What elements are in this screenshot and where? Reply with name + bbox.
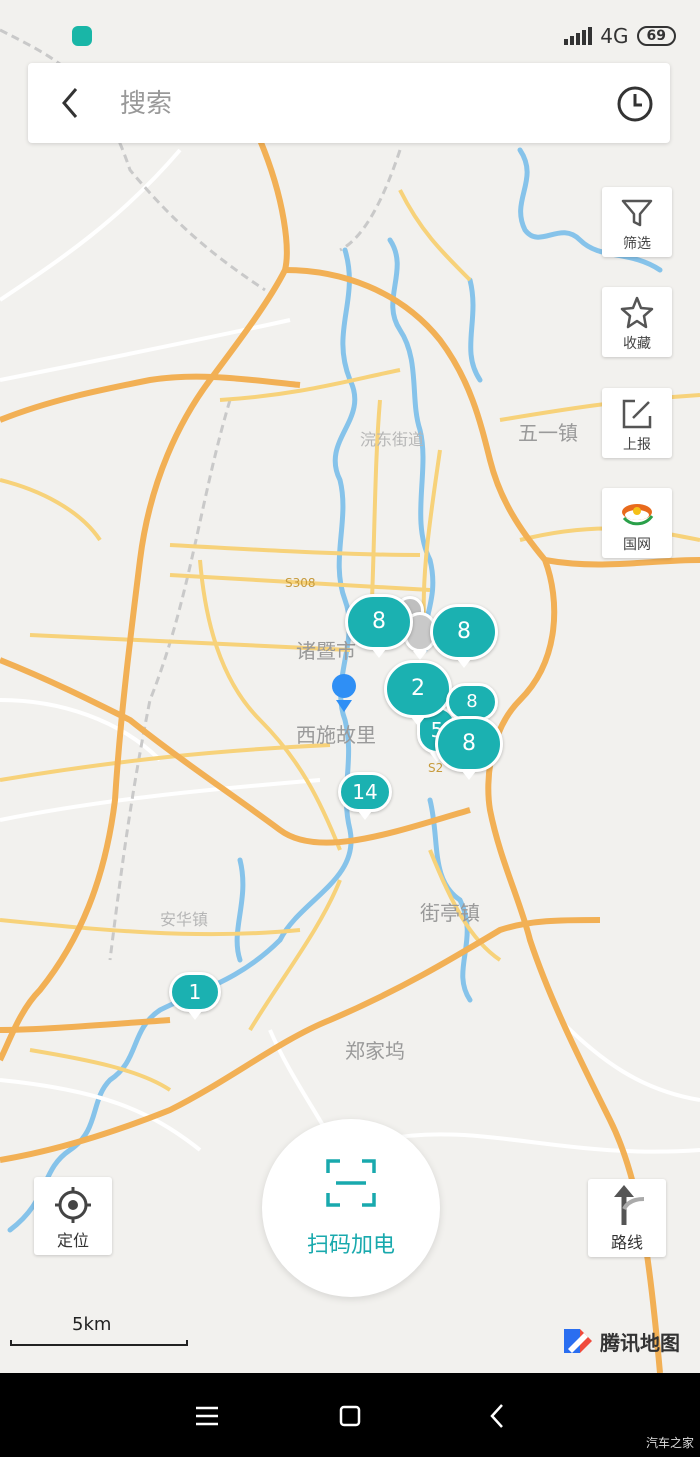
scale-bar xyxy=(10,1340,188,1346)
notification-app-icon xyxy=(72,26,92,46)
battery-indicator: 69 xyxy=(636,26,676,46)
map-label-huandong: 浣东街道 xyxy=(360,430,424,449)
report-button[interactable]: 上报 xyxy=(602,388,672,458)
scan-to-charge-button[interactable]: 扫码加电 xyxy=(262,1119,440,1297)
brand-name: 腾讯地图 xyxy=(600,1330,680,1355)
favorites-button[interactable]: 收藏 xyxy=(602,287,672,357)
filter-icon xyxy=(621,199,653,227)
tencent-map-brand: 腾讯地图 xyxy=(562,1324,680,1358)
route-button[interactable]: 路线 xyxy=(588,1179,666,1257)
map-label-xishi-guli: 西施故里 xyxy=(296,723,376,747)
status-bar: 4G 69 xyxy=(0,18,700,58)
state-grid-button[interactable]: 国网 xyxy=(602,488,672,558)
map-label-jieting-town: 街亭镇 xyxy=(420,901,480,925)
map-label-zhengjiawu: 郑家坞 xyxy=(345,1039,405,1063)
map-cluster-marker[interactable]: 8 xyxy=(435,716,503,780)
watermark: 汽车之家 xyxy=(645,1436,694,1450)
favorites-label: 收藏 xyxy=(623,336,651,352)
filter-button[interactable]: 筛选 xyxy=(602,187,672,257)
map-label-wuyi-town: 五一镇 xyxy=(518,421,578,445)
road-label-s2: S2 xyxy=(428,761,443,775)
menu-nav-icon[interactable] xyxy=(192,1401,222,1431)
star-icon xyxy=(620,296,654,329)
map-label-anhua-town: 安华镇 xyxy=(160,910,208,929)
network-type: 4G xyxy=(600,24,629,48)
back-arrow-icon[interactable] xyxy=(52,83,92,123)
map-cluster-marker[interactable]: 14 xyxy=(338,772,392,820)
map-cluster-marker[interactable]: 1 xyxy=(169,972,221,1020)
state-grid-logo-icon xyxy=(622,504,654,526)
road-label-s308: S308 xyxy=(285,576,316,590)
locate-button[interactable]: 定位 xyxy=(34,1177,112,1255)
map-cluster-marker[interactable]: 8 xyxy=(430,604,498,668)
state-grid-label: 国网 xyxy=(623,537,651,553)
map-cluster-marker[interactable]: 2 xyxy=(384,660,452,726)
search-input[interactable] xyxy=(118,77,582,131)
locate-label: 定位 xyxy=(56,1231,89,1250)
map-scale: 5km xyxy=(10,1314,188,1348)
signal-strength-icon xyxy=(564,27,593,45)
system-navigation-bar: 汽车之家 xyxy=(0,1373,700,1457)
map-cluster-marker[interactable]: 8 xyxy=(345,594,413,658)
map-label-zhuji: 诸暨市 xyxy=(296,639,356,663)
search-bar xyxy=(28,63,670,143)
report-label: 上报 xyxy=(623,437,651,453)
filter-label: 筛选 xyxy=(623,236,651,252)
crosshair-locate-icon xyxy=(55,1187,91,1223)
history-clock-icon[interactable] xyxy=(616,85,654,123)
home-nav-icon[interactable] xyxy=(335,1401,365,1431)
route-label: 路线 xyxy=(610,1233,643,1252)
scan-qr-icon xyxy=(326,1159,376,1207)
scan-to-charge-label: 扫码加电 xyxy=(306,1233,395,1258)
scale-label: 5km xyxy=(72,1314,112,1335)
back-nav-icon[interactable] xyxy=(482,1401,512,1431)
route-arrow-icon xyxy=(614,1185,645,1225)
tencent-map-logo-icon xyxy=(564,1329,592,1353)
edit-icon xyxy=(622,399,652,429)
